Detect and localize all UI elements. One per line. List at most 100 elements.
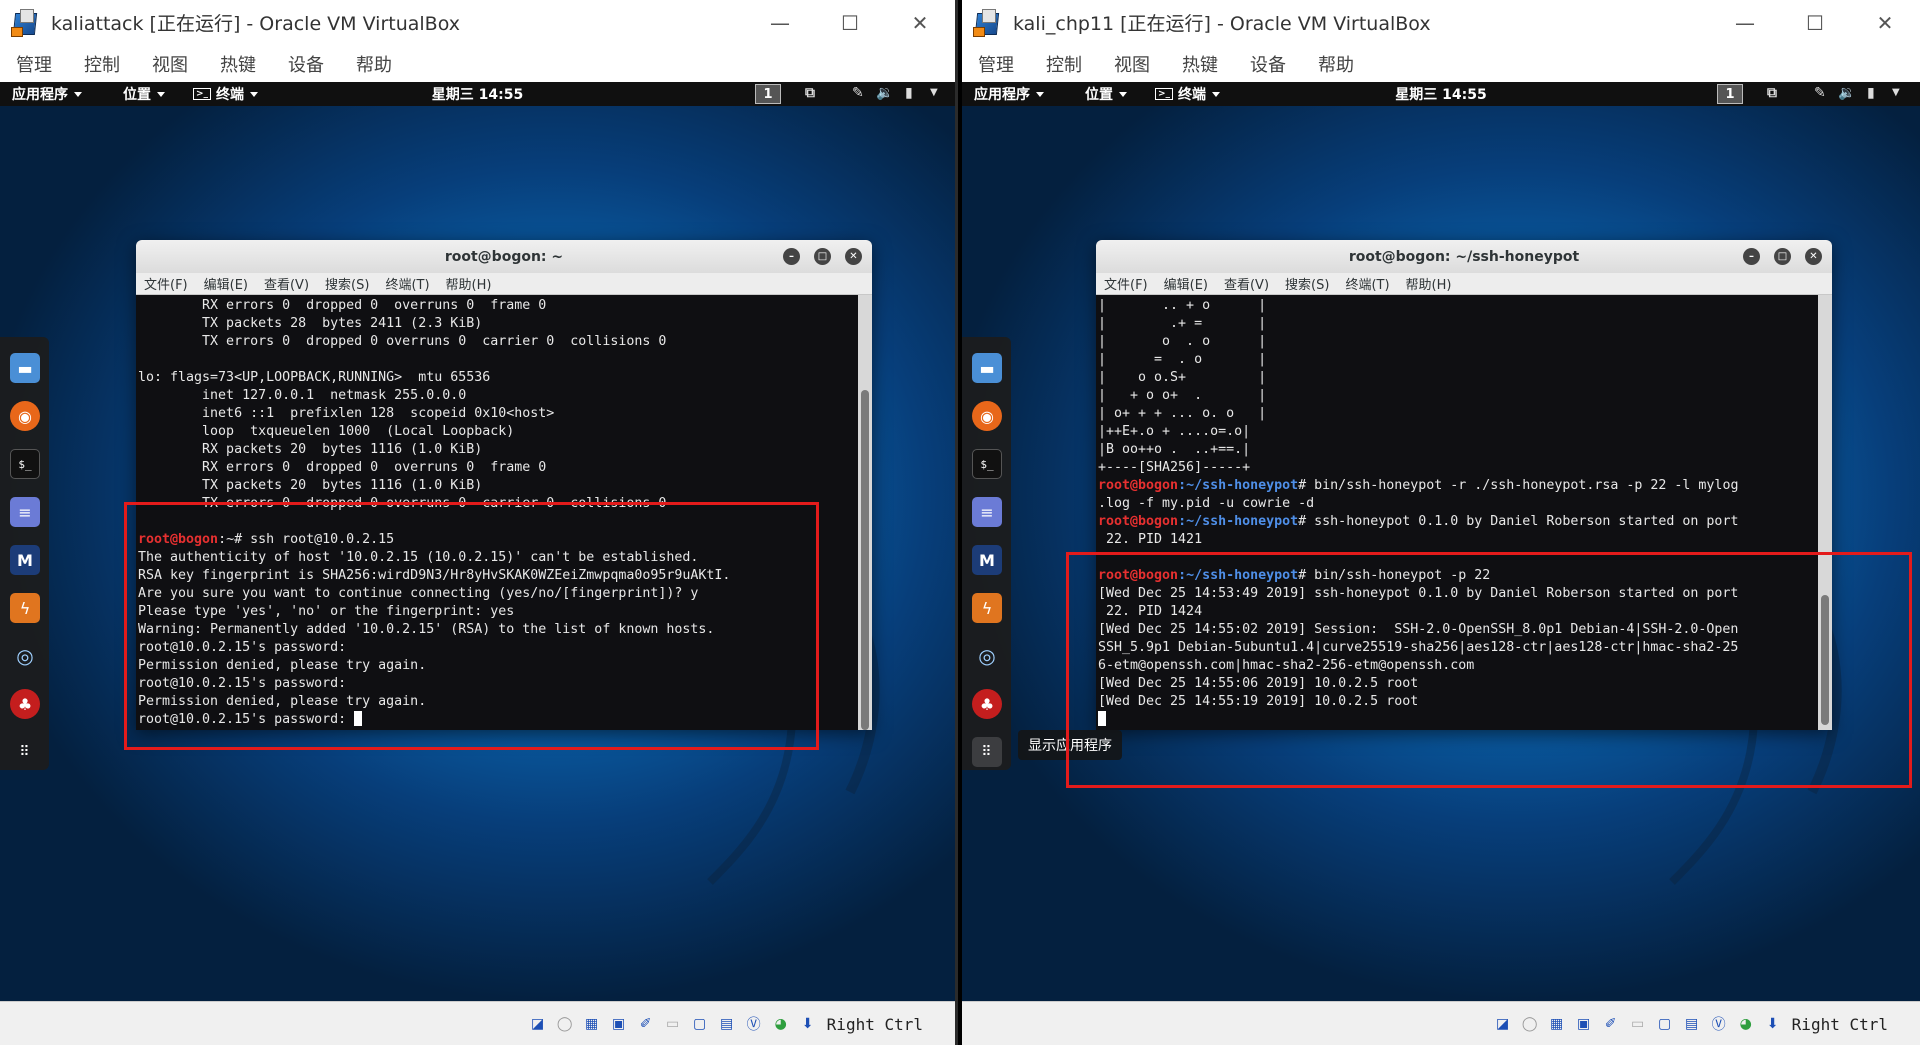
network-icon[interactable]: ⧉ (805, 85, 815, 101)
window-titlebar[interactable]: kali_chp11 [正在运行] - Oracle VM VirtualBox… (962, 0, 1920, 45)
network-icon[interactable]: ⧉ (1767, 85, 1777, 101)
maximize-button[interactable]: ☐ (815, 0, 885, 45)
storage-icon[interactable]: ◪ (1491, 1012, 1515, 1036)
terminal-minimize-icon[interactable]: – (1743, 248, 1760, 265)
terminal-output[interactable]: | .. + o | | .+ = | | o . o | | = . o | | o … (1096, 295, 1818, 730)
term-menu-edit[interactable]: 编辑(E) (1164, 274, 1208, 293)
menu-hotkeys[interactable]: 热键 (1182, 51, 1218, 77)
close-button[interactable]: ✕ (1850, 0, 1920, 45)
files-icon[interactable]: ▬ (972, 353, 1002, 383)
minimize-button[interactable]: — (1710, 0, 1780, 45)
volume-icon[interactable]: 🔉 (876, 85, 893, 101)
window-titlebar[interactable]: kaliattack [正在运行] - Oracle VM VirtualBox… (0, 0, 955, 45)
close-button[interactable]: ✕ (885, 0, 955, 45)
terminal-maximize-icon[interactable]: □ (814, 248, 831, 265)
term-menu-terminal[interactable]: 终端(T) (385, 274, 429, 293)
term-menu-search[interactable]: 搜索(S) (325, 274, 369, 293)
guest-screen[interactable]: 应用程序 位置 >_ 终端 星期三 14:55 1 ⧉ ✎ 🔉 ▮ ▼ ▬ ◉ $… (962, 82, 1920, 1001)
terminal-app-menu[interactable]: >_ 终端 (193, 84, 259, 104)
terminal-minimize-icon[interactable]: – (783, 248, 800, 265)
applications-menu[interactable]: 应用程序 (12, 84, 82, 104)
menu-hotkeys[interactable]: 热键 (220, 51, 256, 77)
terminal-maximize-icon[interactable]: □ (1774, 248, 1791, 265)
terminal-app-menu[interactable]: >_ 终端 (1155, 84, 1221, 104)
terminal-icon[interactable]: $_ (972, 449, 1002, 479)
term-menu-help[interactable]: 帮助(H) (1406, 274, 1452, 293)
guest-additions-icon[interactable]: ◕ (1734, 1012, 1758, 1036)
term-menu-file[interactable]: 文件(F) (144, 274, 188, 293)
vt-x-icon[interactable]: Ⓥ (742, 1012, 766, 1036)
workspace-indicator[interactable]: 1 (1717, 84, 1743, 104)
menu-help[interactable]: 帮助 (356, 51, 392, 77)
scrollbar-thumb[interactable] (1821, 595, 1829, 725)
terminal-window[interactable]: root@bogon: ~ – □ ✕ 文件(F) 编辑(E) 查看(V) 搜索… (136, 240, 872, 730)
term-menu-edit[interactable]: 编辑(E) (204, 274, 248, 293)
eye-icon[interactable]: ◎ (972, 641, 1002, 671)
files-icon[interactable]: ▬ (10, 353, 40, 383)
terminal-close-icon[interactable]: ✕ (1805, 248, 1822, 265)
shared-folders-icon[interactable]: ▭ (1626, 1012, 1650, 1036)
storage-icon[interactable]: ◪ (526, 1012, 550, 1036)
network-adapter-icon[interactable]: ▣ (1572, 1012, 1596, 1036)
audio-icon[interactable]: ▦ (1545, 1012, 1569, 1036)
system-menu-arrow-icon[interactable]: ▼ (930, 87, 938, 98)
places-menu[interactable]: 位置 (1085, 84, 1127, 104)
term-menu-search[interactable]: 搜索(S) (1285, 274, 1329, 293)
menu-control[interactable]: 控制 (1046, 51, 1082, 77)
menu-control[interactable]: 控制 (84, 51, 120, 77)
terminal-output[interactable]: RX errors 0 dropped 0 overruns 0 frame 0… (136, 295, 858, 730)
firefox-icon[interactable]: ◉ (972, 401, 1002, 431)
usb-icon[interactable]: ✐ (634, 1012, 658, 1036)
terminal-titlebar[interactable]: root@bogon: ~ – □ ✕ (136, 240, 872, 273)
term-menu-terminal[interactable]: 终端(T) (1345, 274, 1389, 293)
vt-x-icon[interactable]: Ⓥ (1707, 1012, 1731, 1036)
volume-icon[interactable]: 🔉 (1838, 85, 1855, 101)
terminal-close-icon[interactable]: ✕ (845, 248, 862, 265)
menu-devices[interactable]: 设备 (288, 51, 324, 77)
metasploit-icon[interactable]: M (10, 545, 40, 575)
term-menu-view[interactable]: 查看(V) (264, 274, 309, 293)
burpsuite-icon[interactable]: ϟ (10, 593, 40, 623)
places-menu[interactable]: 位置 (123, 84, 165, 104)
battery-icon[interactable]: ▮ (905, 85, 913, 101)
display-icon[interactable]: ▢ (1653, 1012, 1677, 1036)
video-capture-icon[interactable]: ▤ (1680, 1012, 1704, 1036)
text-editor-icon[interactable]: ≡ (972, 497, 1002, 527)
metasploit-icon[interactable]: M (972, 545, 1002, 575)
audio-icon[interactable]: ▦ (580, 1012, 604, 1036)
pen-icon[interactable]: ✎ (852, 85, 864, 101)
term-menu-view[interactable]: 查看(V) (1224, 274, 1269, 293)
terminal-scrollbar[interactable] (1818, 295, 1832, 730)
optical-drive-icon[interactable]: ◯ (553, 1012, 577, 1036)
menu-view[interactable]: 视图 (1114, 51, 1150, 77)
terminal-icon[interactable]: $_ (10, 449, 40, 479)
applications-menu[interactable]: 应用程序 (974, 84, 1044, 104)
menu-manage[interactable]: 管理 (16, 51, 52, 77)
cherrytree-icon[interactable]: ♣ (10, 689, 40, 719)
menu-view[interactable]: 视图 (152, 51, 188, 77)
scrollbar-thumb[interactable] (861, 390, 869, 730)
menu-manage[interactable]: 管理 (978, 51, 1014, 77)
display-icon[interactable]: ▢ (688, 1012, 712, 1036)
cherrytree-icon[interactable]: ♣ (972, 689, 1002, 719)
optical-drive-icon[interactable]: ◯ (1518, 1012, 1542, 1036)
guest-additions-icon[interactable]: ◕ (769, 1012, 793, 1036)
usb-icon[interactable]: ✐ (1599, 1012, 1623, 1036)
firefox-icon[interactable]: ◉ (10, 401, 40, 431)
menu-help[interactable]: 帮助 (1318, 51, 1354, 77)
terminal-window[interactable]: root@bogon: ~/ssh-honeypot – □ ✕ 文件(F) 编… (1096, 240, 1832, 730)
terminal-scrollbar[interactable] (858, 295, 872, 730)
battery-icon[interactable]: ▮ (1867, 85, 1875, 101)
shared-folders-icon[interactable]: ▭ (661, 1012, 685, 1036)
network-adapter-icon[interactable]: ▣ (607, 1012, 631, 1036)
show-apps-grid-icon[interactable]: ⠿ (10, 737, 40, 767)
guest-screen[interactable]: 应用程序 位置 >_ 终端 星期三 14:55 1 ⧉ ✎ 🔉 ▮ ▼ ▬ ◉ $… (0, 82, 955, 1001)
maximize-button[interactable]: ☐ (1780, 0, 1850, 45)
workspace-indicator[interactable]: 1 (755, 84, 781, 104)
term-menu-help[interactable]: 帮助(H) (446, 274, 492, 293)
eye-icon[interactable]: ◎ (10, 641, 40, 671)
system-menu-arrow-icon[interactable]: ▼ (1892, 87, 1900, 98)
term-menu-file[interactable]: 文件(F) (1104, 274, 1148, 293)
text-editor-icon[interactable]: ≡ (10, 497, 40, 527)
minimize-button[interactable]: — (745, 0, 815, 45)
